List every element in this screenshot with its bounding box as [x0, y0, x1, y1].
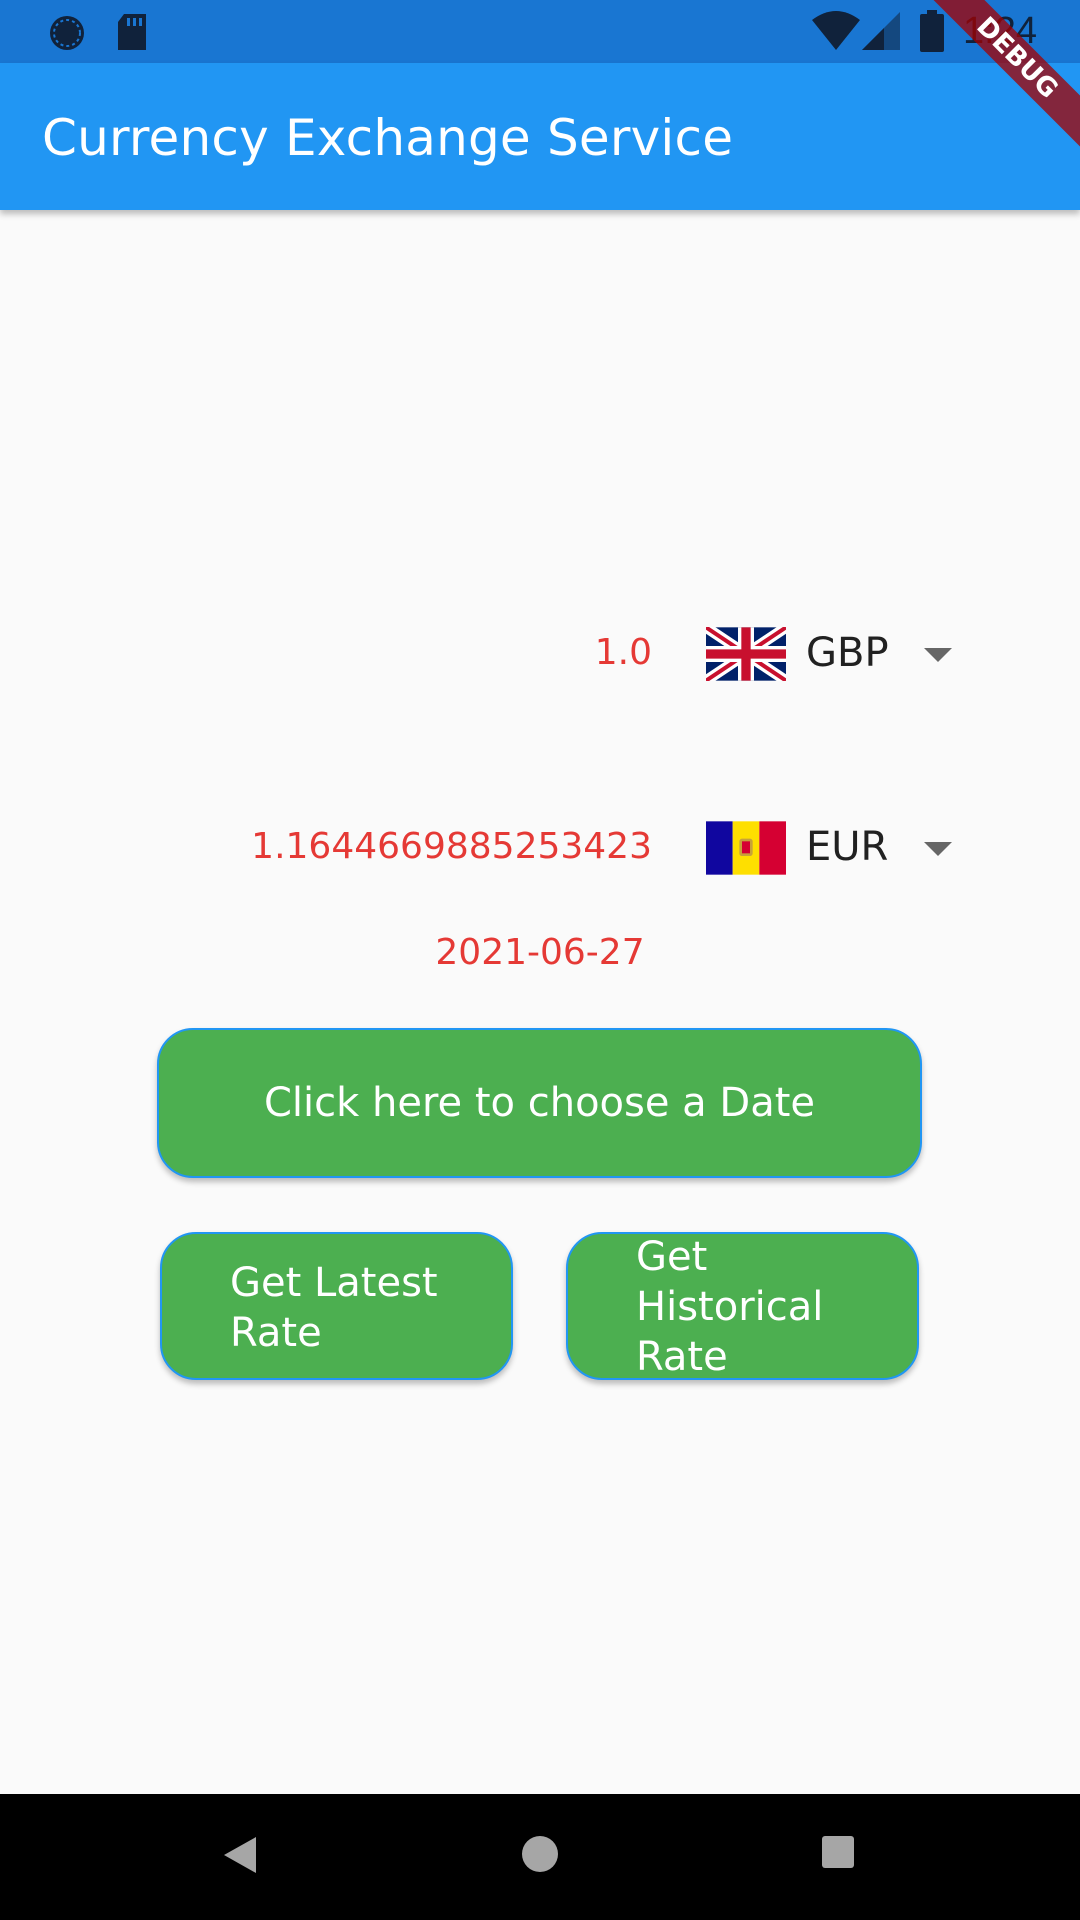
to-amount[interactable]: 1.1644669885253423	[250, 826, 652, 867]
back-icon[interactable]	[222, 1835, 258, 1880]
get-latest-rate-button[interactable]: Get Latest Rate	[160, 1232, 513, 1380]
to-currency-dropdown[interactable]: EUR	[706, 818, 966, 878]
from-currency-code: GBP	[806, 630, 889, 676]
signal-icon	[862, 10, 902, 54]
battery-icon	[920, 10, 944, 54]
choose-date-button[interactable]: Click here to choose a Date	[157, 1028, 922, 1178]
page-title: Currency Exchange Service	[42, 109, 734, 167]
home-icon[interactable]	[521, 1835, 559, 1878]
from-amount[interactable]: 1.0	[400, 632, 652, 673]
choose-date-label: Click here to choose a Date	[263, 1080, 816, 1126]
historical-rate-label: Get Historical Rate	[636, 1234, 824, 1380]
from-currency-dropdown[interactable]: GBP	[703, 622, 966, 686]
recents-icon[interactable]	[821, 1835, 855, 1874]
wifi-icon	[812, 10, 860, 54]
screen: 1:24 Currency Exchange Service DEBUG 1.0…	[0, 0, 1080, 1920]
latest-rate-label: Get Latest Rate	[230, 1260, 438, 1356]
app-bar: Currency Exchange Service	[0, 63, 1080, 210]
selected-date: 2021-06-27	[435, 932, 645, 973]
status-bar: 1:24	[0, 0, 1080, 63]
sd-card-icon	[116, 14, 148, 57]
sync-icon	[48, 14, 86, 57]
chevron-down-icon	[924, 648, 952, 662]
to-currency-code: EUR	[806, 824, 889, 870]
andorra-flag-icon	[706, 821, 786, 875]
chevron-down-icon	[924, 842, 952, 856]
nav-bar	[0, 1794, 1080, 1920]
uk-flag-icon	[703, 622, 789, 686]
get-historical-rate-button[interactable]: Get Historical Rate	[566, 1232, 919, 1380]
status-time: 1:24	[963, 10, 1037, 52]
